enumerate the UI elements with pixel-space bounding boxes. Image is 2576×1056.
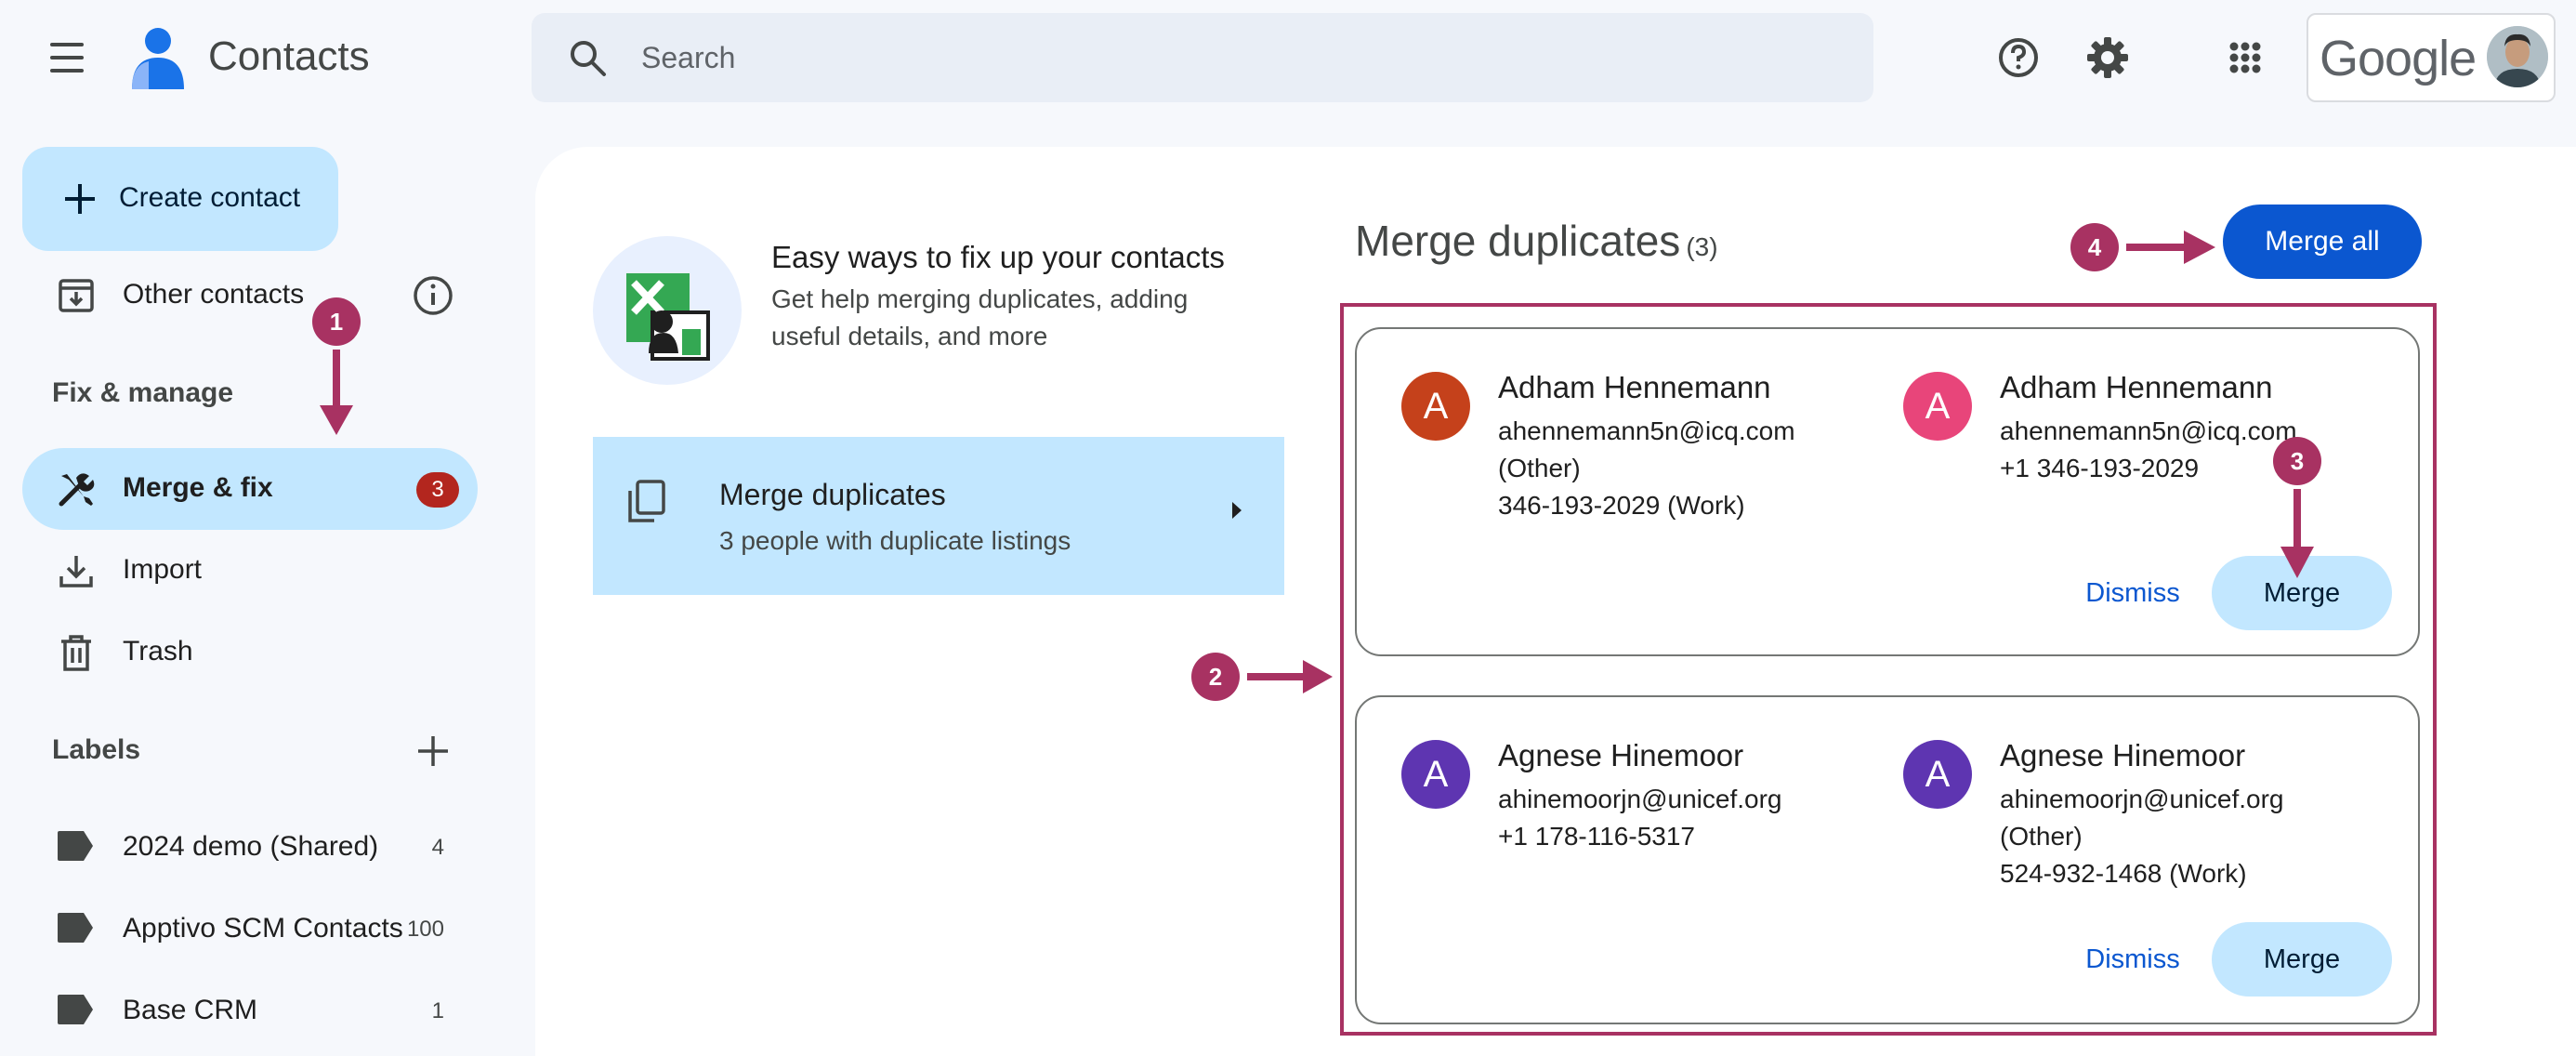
merge-button[interactable]: Merge (2212, 922, 2392, 997)
trash-icon (61, 635, 91, 671)
label-name: Apptivo SCM Contacts (123, 913, 403, 944)
label-tag-icon (58, 995, 93, 1024)
annotation-arrow-right-icon (1247, 660, 1333, 693)
google-wordmark: Google (2320, 31, 2477, 86)
annotation-step-1: 1 (312, 297, 361, 346)
contacts-logo-icon[interactable] (128, 24, 184, 89)
contact-phone: 346-193-2029 (Work) (1498, 491, 1745, 520)
annotation-step-2: 2 (1191, 653, 1240, 701)
sidebar-item-trash[interactable]: Trash (22, 612, 478, 693)
duplicate-pair-card: A Adham Hennemann ahennemann5n@icq.com (… (1355, 327, 2420, 656)
sidebar-label-base-crm[interactable]: Base CRM 1 (22, 972, 478, 1047)
create-contact-label: Create contact (119, 182, 301, 213)
contact-name: Adham Hennemann (1498, 370, 1771, 404)
contact-email: ahennemann5n@icq.com (2000, 416, 2297, 445)
dismiss-button[interactable]: Dismiss (2056, 922, 2210, 997)
contact-avatar: A (1903, 372, 1972, 441)
annotation-arrow-down-icon (320, 350, 353, 435)
search-bar[interactable] (532, 13, 1873, 102)
contact-detail: (Other) (2000, 822, 2083, 851)
contact-detail: (Other) (1498, 454, 1581, 482)
apps-grid-icon[interactable] (2217, 30, 2273, 86)
contact-name: Agnese Hinemoor (2000, 738, 2246, 772)
contact-email: ahinemoorjn@unicef.org (1498, 785, 1782, 813)
contact-phone: 524-932-1468 (Work) (2000, 859, 2247, 888)
contact-name: Agnese Hinemoor (1498, 738, 1744, 772)
section-labels-heading: Labels (52, 734, 141, 765)
merge-illustration-icon (626, 273, 710, 361)
merge-card-title: Merge duplicates (719, 478, 946, 511)
chevron-right-icon (1232, 502, 1242, 519)
info-icon[interactable] (411, 273, 455, 318)
menu-icon-line (50, 43, 84, 46)
annotation-arrow-down-icon (2280, 489, 2314, 578)
sidebar-item-other-contacts[interactable]: Other contacts (22, 255, 478, 337)
contact-name: Adham Hennemann (2000, 370, 2273, 404)
sidebar-label-apptivo[interactable]: Apptivo SCM Contacts 100 (22, 891, 478, 965)
annotation-step-3: 3 (2273, 437, 2321, 485)
copy-duplicate-icon (628, 480, 665, 522)
annotation-step-4: 4 (2070, 223, 2119, 271)
app-title[interactable]: Contacts (208, 33, 370, 80)
label-tag-icon (58, 913, 93, 943)
sidebar-item-label: Merge & fix (123, 472, 273, 503)
main-menu-button[interactable] (41, 35, 93, 80)
contact-phone: +1 346-193-2029 (2000, 454, 2200, 482)
contact-left: A Adham Hennemann ahennemann5n@icq.com (… (1357, 329, 1840, 608)
merge-count-badge: 3 (416, 472, 459, 508)
contact-left: A Agnese Hinemoor ahinemoorjn@unicef.org… (1357, 697, 1840, 976)
sidebar-item-import[interactable]: Import (22, 530, 478, 612)
add-label-plus-icon[interactable] (411, 729, 455, 773)
contact-avatar: A (1401, 740, 1470, 809)
hero-subtitle: Get help merging duplicates, adding usef… (771, 284, 1189, 350)
sidebar-item-label: Trash (123, 636, 193, 667)
sidebar-item-merge-fix[interactable]: Merge & fix 3 (22, 448, 478, 530)
contact-email: ahennemann5n@icq.com (1498, 416, 1795, 445)
merge-card-subtitle: 3 people with duplicate listings (719, 526, 1071, 555)
search-input[interactable] (641, 13, 1756, 102)
sidebar-item-label: Other contacts (123, 279, 305, 310)
label-tag-icon (58, 831, 93, 861)
settings-gear-icon[interactable] (2080, 30, 2136, 86)
merge-fix-icon (59, 473, 95, 507)
account-avatar[interactable] (2487, 26, 2548, 87)
merge-duplicates-heading: Merge duplicates (3) (1355, 216, 1718, 266)
label-name: Base CRM (123, 995, 258, 1025)
search-icon[interactable] (565, 35, 610, 80)
label-count: 1 (431, 998, 444, 1023)
annotation-arrow-right-icon (2126, 231, 2215, 264)
merge-duplicates-card[interactable]: Merge duplicates 3 people with duplicate… (593, 437, 1284, 595)
contact-avatar: A (1401, 372, 1470, 441)
plus-icon (65, 184, 95, 214)
duplicate-count: (3) (1686, 232, 1718, 261)
contact-email: ahinemoorjn@unicef.org (2000, 785, 2284, 813)
sidebar-item-label: Import (123, 554, 203, 585)
avatar-portrait-icon (2487, 26, 2548, 87)
menu-icon-line (50, 56, 84, 59)
google-account-area[interactable]: Google (2307, 13, 2556, 102)
menu-icon-line (50, 69, 84, 73)
archive-download-icon (59, 279, 94, 312)
merge-duplicates-title: Merge duplicates (1355, 217, 1681, 265)
contact-phone: +1 178-116-5317 (1498, 822, 1695, 851)
merge-all-button[interactable]: Merge all (2223, 205, 2422, 279)
sidebar-label-2024-demo[interactable]: 2024 demo (Shared) 4 (22, 809, 478, 883)
import-icon (59, 556, 93, 587)
duplicate-pair-card: A Agnese Hinemoor ahinemoorjn@unicef.org… (1355, 695, 2420, 1024)
hero-title: Easy ways to fix up your contacts (771, 240, 1225, 274)
section-fix-manage-heading: Fix & manage (52, 377, 234, 408)
help-icon[interactable] (1991, 30, 2046, 86)
label-name: 2024 demo (Shared) (123, 831, 379, 862)
top-bar: Contacts Google (0, 0, 2576, 115)
label-count: 100 (406, 917, 444, 942)
fix-contacts-illustration (593, 236, 742, 385)
contact-avatar: A (1903, 740, 1972, 809)
create-contact-button[interactable]: Create contact (22, 147, 338, 251)
label-count: 4 (431, 835, 444, 860)
dismiss-button[interactable]: Dismiss (2056, 556, 2210, 630)
